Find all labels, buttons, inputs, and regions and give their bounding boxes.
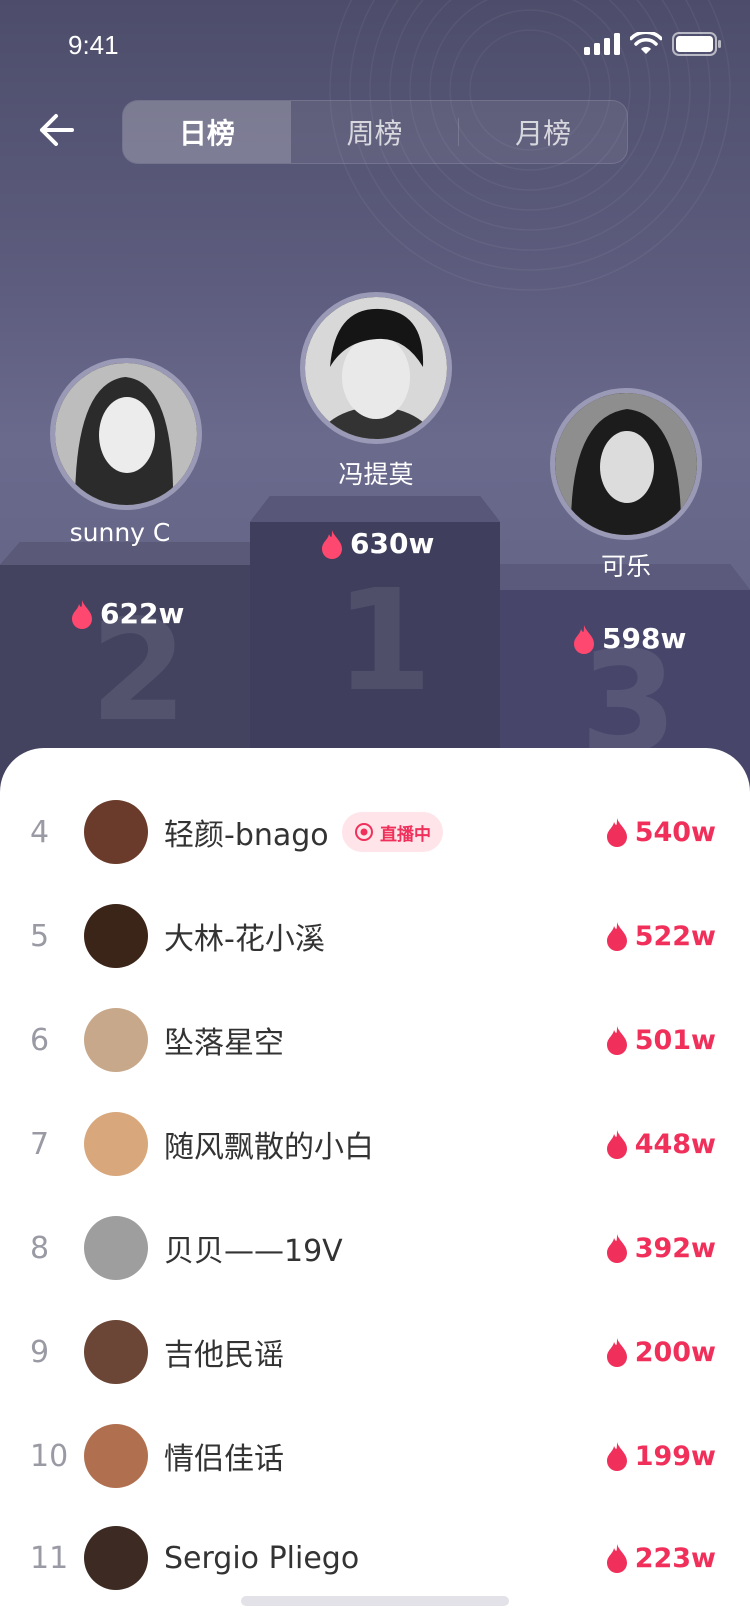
flame-icon bbox=[606, 1338, 627, 1367]
user-name: 随风飘散的小白 bbox=[164, 1130, 374, 1165]
third-name: 可乐 bbox=[600, 552, 651, 581]
avatar[interactable] bbox=[84, 904, 148, 968]
ranking-header: 9:41 日榜 周榜 月榜 2 1 3 冯提莫 630w sunny C 622… bbox=[0, 0, 750, 800]
live-label: 直播中 bbox=[380, 824, 431, 845]
first-name: 冯提莫 bbox=[338, 460, 414, 489]
score: 392w bbox=[605, 1233, 716, 1264]
avatar[interactable] bbox=[84, 1424, 148, 1488]
user-name: 情侣佳话 bbox=[164, 1442, 284, 1477]
portrait-image bbox=[555, 393, 697, 535]
score-value: 448w bbox=[634, 1128, 716, 1160]
flame-icon bbox=[606, 1234, 627, 1263]
score-value: 392w bbox=[634, 1232, 716, 1264]
flame-icon bbox=[606, 1026, 627, 1055]
list-item[interactable]: 9 吉他民谣 200w bbox=[0, 1300, 750, 1404]
flame-icon bbox=[322, 529, 342, 559]
user-name: Sergio Pliego bbox=[164, 1540, 360, 1576]
second-score-value: 622w bbox=[100, 597, 185, 630]
avatar[interactable] bbox=[84, 1320, 148, 1384]
avatar[interactable] bbox=[84, 1008, 148, 1072]
list-item[interactable]: 7 随风飘散的小白 448w bbox=[0, 1092, 750, 1196]
rank-number: 5 bbox=[30, 918, 50, 954]
flame-icon bbox=[72, 599, 92, 629]
flame-icon bbox=[606, 818, 627, 847]
battery-icon bbox=[672, 32, 721, 56]
user-name: 大林-花小溪 bbox=[164, 922, 325, 957]
flame-icon bbox=[606, 1130, 627, 1159]
second-name: sunny C bbox=[69, 518, 171, 547]
user-name: 吉他民谣 bbox=[164, 1338, 284, 1373]
score: 522w bbox=[605, 921, 716, 952]
status-icons bbox=[584, 32, 722, 56]
score-value: 223w bbox=[634, 1542, 716, 1574]
rank-number: 8 bbox=[30, 1230, 50, 1266]
score: 448w bbox=[605, 1129, 716, 1160]
user-name: 轻颜-bnago bbox=[164, 818, 329, 853]
score-value: 199w bbox=[634, 1440, 716, 1472]
second-score: 622w bbox=[70, 597, 184, 630]
avatar[interactable] bbox=[84, 1216, 148, 1280]
portrait-image bbox=[55, 363, 197, 505]
list-item[interactable]: 5 大林-花小溪 522w bbox=[0, 884, 750, 988]
score: 200w bbox=[605, 1337, 716, 1368]
avatar[interactable] bbox=[84, 1526, 148, 1590]
tab-daily[interactable]: 日榜 bbox=[123, 101, 291, 163]
score: 540w bbox=[605, 817, 716, 848]
avatar[interactable] bbox=[84, 1112, 148, 1176]
tab-weekly[interactable]: 周榜 bbox=[291, 101, 459, 163]
wifi-icon bbox=[630, 32, 662, 54]
signal-icon bbox=[584, 33, 620, 55]
score: 199w bbox=[605, 1441, 716, 1472]
first-score: 630w bbox=[320, 527, 434, 560]
live-badge[interactable]: 直播中 bbox=[342, 812, 443, 852]
list-item[interactable]: 4 轻颜-bnago 直播中 540w bbox=[0, 780, 750, 884]
user-name: 坠落星空 bbox=[164, 1026, 284, 1061]
rank-number: 11 bbox=[30, 1540, 69, 1576]
rank-number: 4 bbox=[30, 814, 50, 850]
rank-number: 10 bbox=[30, 1438, 69, 1474]
ranking-tabs: 日榜 周榜 月榜 bbox=[122, 100, 628, 164]
rank-number: 6 bbox=[30, 1022, 50, 1058]
avatar-second[interactable] bbox=[50, 358, 202, 510]
score: 501w bbox=[605, 1025, 716, 1056]
flame-icon bbox=[606, 1544, 627, 1573]
user-name: 贝贝——19V bbox=[164, 1234, 343, 1269]
score-value: 540w bbox=[634, 816, 716, 848]
tab-monthly[interactable]: 月榜 bbox=[459, 101, 627, 163]
portrait-image bbox=[305, 297, 447, 439]
list-item[interactable]: 6 坠落星空 501w bbox=[0, 988, 750, 1092]
score: 223w bbox=[605, 1543, 716, 1574]
list-item[interactable]: 8 贝贝——19V 392w bbox=[0, 1196, 750, 1300]
avatar-third[interactable] bbox=[550, 388, 702, 540]
score-value: 522w bbox=[634, 920, 716, 952]
flame-icon bbox=[574, 624, 594, 654]
status-time: 9:41 bbox=[68, 30, 119, 60]
rank-numeral-1: 1 bbox=[335, 560, 433, 723]
home-indicator bbox=[241, 1596, 509, 1606]
list-item[interactable]: 10 情侣佳话 199w bbox=[0, 1404, 750, 1508]
rank-number: 7 bbox=[30, 1126, 50, 1162]
third-score: 598w bbox=[572, 622, 686, 655]
first-score-value: 630w bbox=[350, 527, 435, 560]
score-value: 200w bbox=[634, 1336, 716, 1368]
flame-icon bbox=[606, 1442, 627, 1471]
avatar[interactable] bbox=[84, 800, 148, 864]
avatar-first[interactable] bbox=[300, 292, 452, 444]
live-icon bbox=[355, 823, 373, 841]
flame-icon bbox=[606, 922, 627, 951]
back-arrow-icon[interactable] bbox=[36, 110, 76, 150]
third-score-value: 598w bbox=[602, 622, 687, 655]
rank-number: 9 bbox=[30, 1334, 50, 1370]
score-value: 501w bbox=[634, 1024, 716, 1056]
list-item[interactable]: 11 Sergio Pliego 223w bbox=[0, 1506, 750, 1610]
